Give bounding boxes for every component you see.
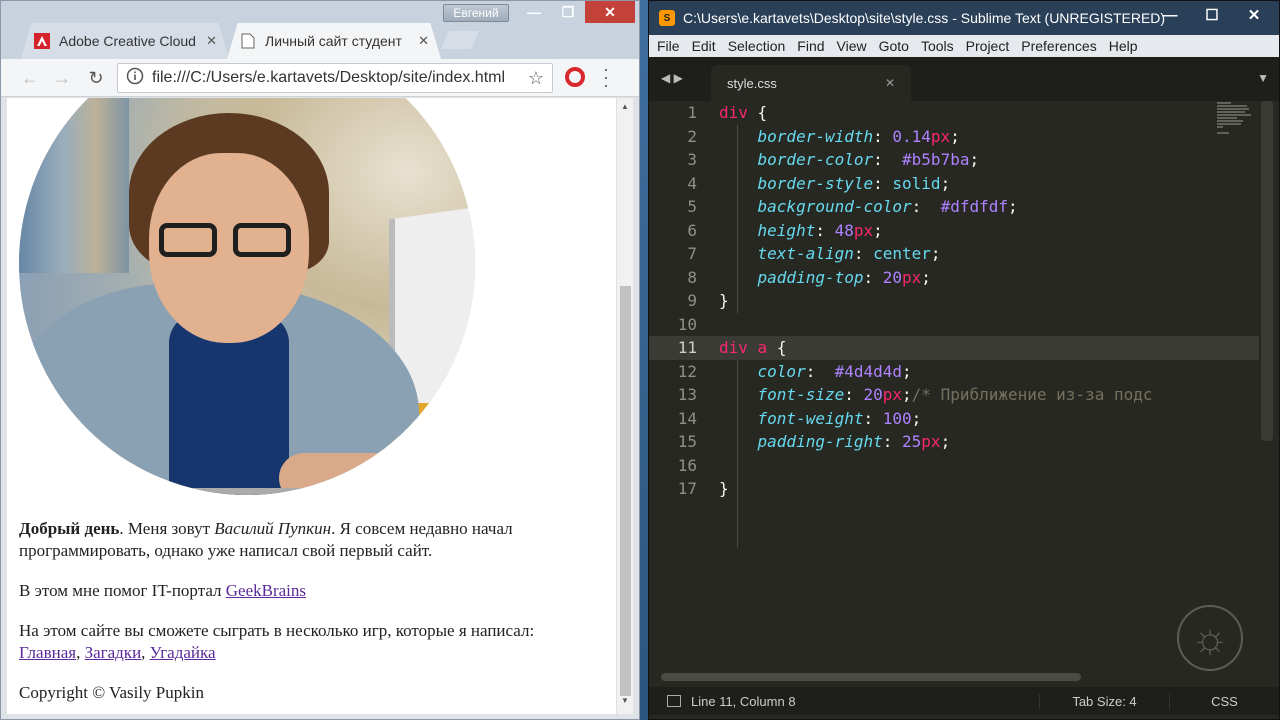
code-line: 5 background-color: #dfdfdf;: [687, 197, 1018, 217]
tab-label: Adobe Creative Cloud: [59, 33, 196, 49]
minimize-icon[interactable]: —: [517, 1, 551, 23]
link-guess[interactable]: Угадайка: [150, 643, 216, 662]
maximize-icon[interactable]: ☐: [1191, 3, 1233, 27]
code-line: 8 padding-top: 20px;: [687, 267, 931, 287]
menu-project[interactable]: Project: [966, 38, 1010, 54]
tab-dropdown-icon[interactable]: ▼: [1257, 71, 1269, 85]
scroll-down-icon[interactable]: ▼: [621, 696, 629, 705]
code-line: 3 border-color: #b5b7ba;: [687, 150, 980, 170]
code-line: 12 color: #4d4d4d;: [677, 361, 912, 381]
bookmark-star-icon[interactable]: ☆: [528, 68, 544, 89]
reload-icon[interactable]: ↻: [83, 65, 109, 91]
code-line: 13 font-size: 20px;/* Приближение из-за …: [677, 385, 1153, 405]
chrome-window-controls: — ❐ ✕: [517, 1, 635, 23]
tab-close-icon[interactable]: ✕: [885, 76, 895, 90]
editor-vertical-scrollbar[interactable]: [1261, 101, 1273, 441]
link-main[interactable]: Главная: [19, 643, 76, 662]
menu-tools[interactable]: Tools: [921, 38, 954, 54]
link-riddles[interactable]: Загадки: [85, 643, 142, 662]
profile-button[interactable]: Евгений: [443, 4, 509, 22]
code-line: 15 padding-right: 25px;: [677, 432, 951, 452]
code-line: 7 text-align: center;: [687, 244, 941, 264]
menu-goto[interactable]: Goto: [879, 38, 909, 54]
tab-nav-arrows-icon[interactable]: ◀ ▶: [661, 71, 683, 85]
statusbar: Line 11, Column 8 Tab Size: 4 CSS: [649, 687, 1279, 715]
minimize-icon[interactable]: —: [1149, 3, 1191, 27]
adobe-icon: [33, 33, 51, 49]
tab-label: style.css: [727, 75, 777, 91]
sublime-logo-icon: S: [659, 10, 675, 26]
syntax-selector[interactable]: CSS: [1169, 693, 1279, 709]
url-text[interactable]: file:///C:/Users/e.kartavets/Desktop/sit…: [152, 69, 528, 87]
forward-arrow-icon[interactable]: →: [49, 65, 75, 91]
portal-paragraph: В этом мне помог IT-портал GeekBrains: [19, 581, 307, 600]
tab-close-icon[interactable]: ✕: [418, 33, 429, 49]
back-arrow-icon[interactable]: ←: [17, 65, 43, 91]
panel-toggle-icon[interactable]: [667, 695, 681, 707]
menu-dots-icon[interactable]: · · ·: [603, 60, 609, 94]
code-line: 14 font-weight: 100;: [677, 408, 922, 428]
close-icon[interactable]: ✕: [585, 1, 635, 23]
chrome-toolbar: ← → ↻ file:///C:/Users/e.kartavets/Deskt…: [1, 59, 639, 97]
code-line: 6 height: 48px;: [687, 220, 883, 240]
author-name: Василий Пупкин: [214, 519, 332, 538]
menu-find[interactable]: Find: [797, 38, 824, 54]
sublime-titlebar: S C:\Users\e.kartavets\Desktop\site\styl…: [649, 1, 1279, 35]
page-viewport: Добрый день. Меня зовут Василий Пупкин. …: [7, 98, 633, 714]
tab-adobe-creative-cloud[interactable]: Adobe Creative Cloud ✕: [21, 23, 229, 59]
menu-selection[interactable]: Selection: [728, 38, 786, 54]
code-line: 16: [677, 455, 697, 475]
window-title: C:\Users\e.kartavets\Desktop\site\style.…: [683, 10, 1166, 26]
menu-file[interactable]: File: [657, 38, 680, 54]
desktop: Евгений — ❐ ✕ Adobe Creative Cloud ✕ Лич…: [0, 0, 1280, 720]
menu-help[interactable]: Help: [1109, 38, 1138, 54]
maximize-icon[interactable]: ❐: [551, 1, 585, 23]
page-scrollbar[interactable]: ▲ ▼: [616, 98, 633, 714]
scroll-up-icon[interactable]: ▲: [621, 102, 629, 111]
menubar: File Edit Selection Find View Goto Tools…: [649, 35, 1279, 57]
intro-paragraph: Добрый день. Меня зовут Василий Пупкин. …: [19, 519, 513, 560]
code-line: 4 border-style: solid;: [687, 173, 951, 193]
info-icon[interactable]: [126, 67, 144, 90]
editor-horizontal-scrollbar[interactable]: [661, 673, 1081, 681]
scroll-thumb[interactable]: [620, 286, 631, 696]
page-icon: [239, 33, 257, 49]
close-icon[interactable]: ✕: [1233, 3, 1275, 27]
page-content: Добрый день. Меня зовут Василий Пупкин. …: [19, 518, 609, 714]
tab-label: Личный сайт студент: [265, 33, 402, 49]
greeting: Добрый день: [19, 519, 120, 538]
tab-close-icon[interactable]: ✕: [206, 33, 217, 49]
editor-tabbar: ◀ ▶ style.css ✕ ▼: [649, 57, 1279, 101]
menu-view[interactable]: View: [837, 38, 867, 54]
cursor-position: Line 11, Column 8: [691, 693, 796, 709]
code-line-current: 11 div a {: [649, 336, 1259, 360]
code-editor[interactable]: 1 div { 2 border-width: 0.14px; 3 border…: [649, 101, 1279, 671]
tab-personal-site[interactable]: Личный сайт студент ✕: [227, 23, 441, 59]
copyright: Copyright © Vasily Pupkin: [19, 683, 204, 702]
code-line: 10: [677, 314, 697, 334]
tab-size-selector[interactable]: Tab Size: 4: [1039, 693, 1169, 709]
brain-watermark-icon: ☼: [1177, 605, 1243, 671]
chrome-window: Евгений — ❐ ✕ Adobe Creative Cloud ✕ Лич…: [0, 0, 640, 720]
tab-style-css[interactable]: style.css ✕: [711, 65, 911, 101]
sublime-window-controls: — ☐ ✕: [1149, 3, 1275, 27]
code-line: 17 }: [677, 479, 729, 499]
opera-extension-icon[interactable]: [565, 67, 585, 87]
minimap[interactable]: [1217, 101, 1259, 137]
menu-preferences[interactable]: Preferences: [1021, 38, 1096, 54]
address-bar[interactable]: file:///C:/Users/e.kartavets/Desktop/sit…: [117, 63, 553, 93]
student-photo: [19, 98, 475, 495]
games-paragraph: На этом сайте вы сможете сыграть в неско…: [19, 621, 535, 662]
code-line: 2 border-width: 0.14px;: [687, 126, 960, 146]
menu-edit[interactable]: Edit: [692, 38, 716, 54]
geekbrains-link[interactable]: GeekBrains: [226, 581, 306, 600]
sublime-window: S C:\Users\e.kartavets\Desktop\site\styl…: [648, 0, 1280, 720]
code-line: 1 div {: [687, 103, 768, 123]
code-line: 9 }: [687, 291, 729, 311]
